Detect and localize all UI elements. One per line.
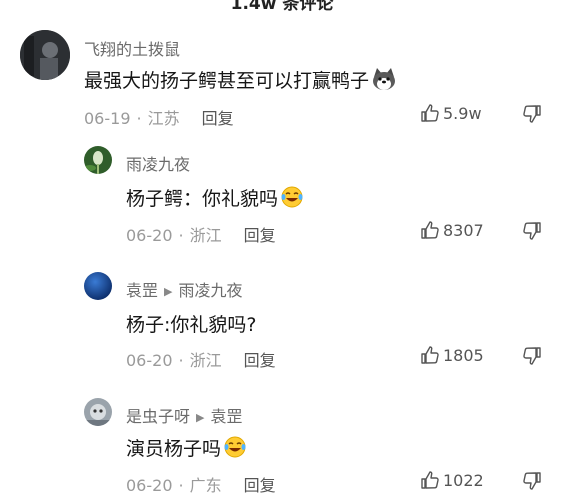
comment-meta: 06-19 · 江苏 回复 [84, 105, 234, 129]
thumbs-down-icon [523, 105, 541, 123]
reply-text-content: 杨子鳄：你礼貌吗 [126, 188, 279, 210]
comment-text-content: 最强大的扬子鳄甚至可以打赢鸭子 [84, 70, 370, 92]
reply-date: 06-20 [126, 476, 173, 495]
meta-separator: · [178, 476, 184, 495]
avatar[interactable] [84, 272, 112, 300]
dislike-button[interactable] [522, 221, 542, 245]
reply-text-content: 演员杨子吗 [126, 438, 222, 460]
reply-date: 06-20 [126, 226, 173, 245]
reply-to-username[interactable]: 雨凌九夜 [178, 281, 242, 300]
like-button[interactable]: 5.9w [420, 103, 482, 123]
comment-username[interactable]: 飞翔的土拨鼠 [84, 36, 180, 60]
thumbs-down-icon [523, 222, 541, 240]
avatar[interactable] [84, 146, 112, 174]
husky-dog-face-icon [371, 67, 397, 96]
reply-meta: 06-20 · 广东 回复 [126, 472, 276, 496]
meta-separator: · [178, 351, 184, 370]
comment-location: 江苏 [147, 109, 180, 128]
comment-text: 最强大的扬子鳄甚至可以打赢鸭子 [84, 66, 397, 96]
thumbs-up-icon [421, 221, 439, 239]
reply-location: 浙江 [189, 226, 222, 245]
reply-location: 浙江 [189, 351, 222, 370]
reply-button[interactable]: 回复 [244, 351, 276, 370]
reply-meta: 06-20 · 浙江 回复 [126, 347, 276, 371]
reply-arrow-icon: ▶ [164, 285, 173, 298]
laughing-tears-face-icon [223, 435, 247, 464]
reply-arrow-icon: ▶ [196, 411, 205, 424]
thumbs-up-icon [421, 104, 439, 122]
meta-separator: · [136, 109, 142, 128]
dislike-button[interactable] [522, 104, 542, 128]
reply-username-line: 袁罡 ▶ 雨凌九夜 [126, 277, 243, 301]
reply-date: 06-20 [126, 351, 173, 370]
reply-text: 杨子:你礼貌吗? [126, 314, 257, 336]
thumbs-up-icon [421, 346, 439, 364]
reply-username[interactable]: 袁罡 [126, 281, 158, 300]
like-count: 1805 [443, 345, 484, 365]
reply-text: 演员杨子吗 [126, 434, 247, 464]
reply-button[interactable]: 回复 [244, 476, 276, 495]
thumbs-up-icon [421, 471, 439, 489]
comment-date: 06-19 [84, 109, 131, 128]
reply-meta: 06-20 · 浙江 回复 [126, 222, 276, 246]
reply-text: 杨子鳄：你礼貌吗 [126, 184, 304, 214]
comments-count-header: 1.4w 条评论 [0, 0, 564, 20]
reply-username-line: 是虫子呀 ▶ 袁罡 [126, 403, 243, 427]
like-button[interactable]: 1022 [420, 470, 484, 490]
thumbs-down-icon [523, 347, 541, 365]
like-count: 8307 [443, 220, 484, 240]
like-count: 1022 [443, 470, 484, 490]
reply-username[interactable]: 是虫子呀 [126, 407, 190, 426]
dislike-button[interactable] [522, 346, 542, 370]
meta-separator: · [178, 226, 184, 245]
like-count: 5.9w [443, 103, 482, 123]
thumbs-down-icon [523, 472, 541, 490]
reply-location: 广东 [189, 476, 222, 495]
avatar[interactable] [84, 398, 112, 426]
like-button[interactable]: 1805 [420, 345, 484, 365]
reply-button[interactable]: 回复 [202, 109, 234, 128]
comments-count-text: 1.4w 条评论 [230, 0, 334, 14]
avatar[interactable] [20, 30, 70, 80]
reply-username[interactable]: 雨凌九夜 [126, 151, 190, 175]
laughing-tears-face-icon [280, 185, 304, 214]
reply-button[interactable]: 回复 [244, 226, 276, 245]
reply-to-username[interactable]: 袁罡 [210, 407, 242, 426]
like-button[interactable]: 8307 [420, 220, 484, 240]
dislike-button[interactable] [522, 471, 542, 495]
